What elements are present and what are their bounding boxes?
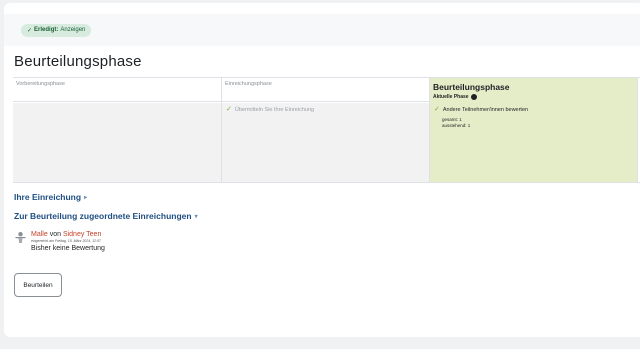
avatar-icon bbox=[15, 232, 26, 243]
assessment-status: Bisher keine Bewertung bbox=[31, 245, 105, 252]
phase-tasks bbox=[13, 103, 221, 182]
task-label: Andere Teilnehmer/innen bewerten bbox=[442, 107, 529, 113]
check-icon: ✓ bbox=[27, 27, 33, 34]
submission-date: eingereicht am Freitag, 15. März 2024, 1… bbox=[31, 239, 101, 243]
chevron-down-icon: ▾ bbox=[194, 213, 198, 220]
task-item[interactable]: ✓ Übermitteln Sie Ihre Einreichung bbox=[222, 103, 429, 117]
current-phase-dot-icon bbox=[470, 94, 477, 100]
completion-badge[interactable]: ✓ Erledigt: Anzeigen bbox=[21, 24, 92, 37]
task-label: Übermitteln Sie Ihre Einreichung bbox=[234, 107, 315, 113]
assigned-submissions-toggle[interactable]: Zur Beurteilung zugeordnete Einreichunge… bbox=[14, 211, 198, 221]
completion-status-label: Erledigt: bbox=[34, 27, 59, 33]
submission-author-link[interactable]: Sidney Teen bbox=[63, 231, 101, 238]
phase-title: Vorbereitungsphase bbox=[13, 78, 221, 102]
task-detail-pending: ausstehend: 1 bbox=[442, 123, 471, 128]
page-title: Beurteilungsphase bbox=[14, 53, 142, 70]
own-submission-toggle[interactable]: Ihre Einreichung ▸ bbox=[14, 192, 87, 202]
task-item[interactable]: ✓ Andere Teilnehmer/innen bewerten bbox=[430, 103, 637, 117]
submission-title-line: Malle von Sidney Teen bbox=[31, 231, 105, 238]
submission-title-link[interactable]: Malle bbox=[31, 231, 48, 238]
phase-header-current: Beurteilungsphase Aktuelle Phase bbox=[430, 78, 637, 102]
assigned-submissions-heading: Zur Beurteilung zugeordnete Einreichunge… bbox=[14, 211, 192, 221]
phase-table: Vorbereitungsphase Einreichungsphase ✓ Ü… bbox=[13, 77, 640, 183]
current-phase-text: Aktuelle Phase bbox=[433, 94, 469, 100]
activity-header bbox=[4, 14, 640, 46]
phase-tasks: ✓ Andere Teilnehmer/innen bewerten gesam… bbox=[430, 103, 637, 182]
phase-title: Einreichungsphase bbox=[222, 78, 429, 102]
assess-button[interactable]: Beurteilen bbox=[14, 273, 62, 297]
phase-column-submission: Einreichungsphase ✓ Übermitteln Sie Ihre… bbox=[221, 78, 429, 182]
submission-text: Malle von Sidney Teen eingereicht am Fre… bbox=[31, 231, 105, 252]
phase-title: Beurteilungsphase bbox=[433, 82, 510, 92]
phase-column-assessment: Beurteilungsphase Aktuelle Phase ✓ Ander… bbox=[429, 78, 637, 182]
submission-by-label: von bbox=[49, 231, 61, 238]
current-phase-label: Aktuelle Phase bbox=[433, 94, 634, 100]
chevron-right-icon: ▸ bbox=[84, 194, 88, 201]
submission-item: Malle von Sidney Teen eingereicht am Fre… bbox=[14, 231, 105, 252]
check-icon: ✓ bbox=[434, 106, 440, 113]
check-icon: ✓ bbox=[226, 106, 232, 113]
phase-column-setup: Vorbereitungsphase bbox=[13, 78, 221, 182]
own-submission-heading: Ihre Einreichung bbox=[14, 192, 82, 202]
completion-status-value: Anzeigen bbox=[60, 27, 86, 33]
phase-tasks: ✓ Übermitteln Sie Ihre Einreichung bbox=[222, 103, 429, 182]
